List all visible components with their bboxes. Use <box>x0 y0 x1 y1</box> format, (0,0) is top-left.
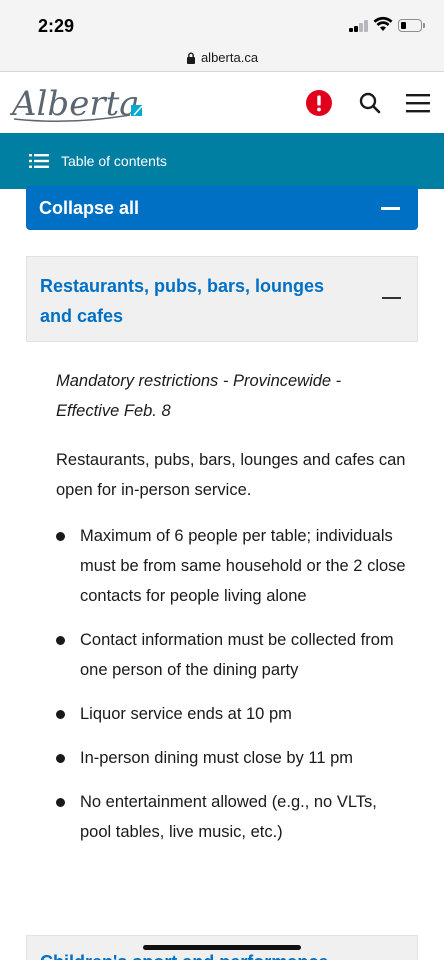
accordion-title: Children's sport and performance <box>40 952 328 960</box>
alert-button[interactable] <box>303 87 335 119</box>
list-item: No entertainment allowed (e.g., no VLTs,… <box>56 787 406 847</box>
menu-button[interactable] <box>402 87 434 119</box>
collapse-all-button[interactable]: Collapse all <box>26 186 418 230</box>
address-bar[interactable]: alberta.ca <box>0 44 444 72</box>
accordion-restaurants-header[interactable]: Restaurants, pubs, bars, lounges and caf… <box>26 256 418 342</box>
battery-cap <box>423 23 425 28</box>
search-button[interactable] <box>354 87 386 119</box>
lock-icon <box>186 52 195 64</box>
battery-icon <box>398 19 422 32</box>
site-header: Alberta <box>0 73 444 133</box>
intro-paragraph: Restaurants, pubs, bars, lounges and caf… <box>56 451 406 499</box>
list-item: Liquor service ends at 10 pm <box>56 699 406 729</box>
list-icon <box>29 154 49 168</box>
url-text: alberta.ca <box>200 50 259 65</box>
accordion-content: Mandatory restrictions - Provincewide - … <box>56 366 406 861</box>
list-item: In-person dining must close by 11 pm <box>56 743 406 773</box>
status-bar: 2:29 <box>0 0 444 44</box>
list-item: Contact information must be collected fr… <box>56 625 406 685</box>
alert-icon <box>306 90 332 116</box>
collapse-minus-icon <box>382 297 401 299</box>
search-icon <box>359 92 381 114</box>
alberta-logo[interactable]: Alberta <box>10 79 150 127</box>
status-time: 2:29 <box>38 16 75 36</box>
toc-label: Table of contents <box>61 153 167 169</box>
hamburger-menu-icon <box>406 94 430 113</box>
collapse-all-label: Collapse all <box>39 197 140 218</box>
minus-icon <box>381 206 400 210</box>
home-indicator[interactable] <box>143 945 301 950</box>
table-of-contents-bar[interactable]: Table of contents <box>0 133 444 189</box>
restrictions-subtitle: Mandatory restrictions - Provincewide - … <box>56 372 342 420</box>
wifi-icon <box>373 16 393 31</box>
cellular-signal-icon <box>349 20 371 32</box>
svg-text:Alberta: Alberta <box>10 84 140 124</box>
restrictions-list: Maximum of 6 people per table; individua… <box>56 521 406 847</box>
accordion-title: Restaurants, pubs, bars, lounges and caf… <box>40 276 325 326</box>
list-item: Maximum of 6 people per table; individua… <box>56 521 406 611</box>
